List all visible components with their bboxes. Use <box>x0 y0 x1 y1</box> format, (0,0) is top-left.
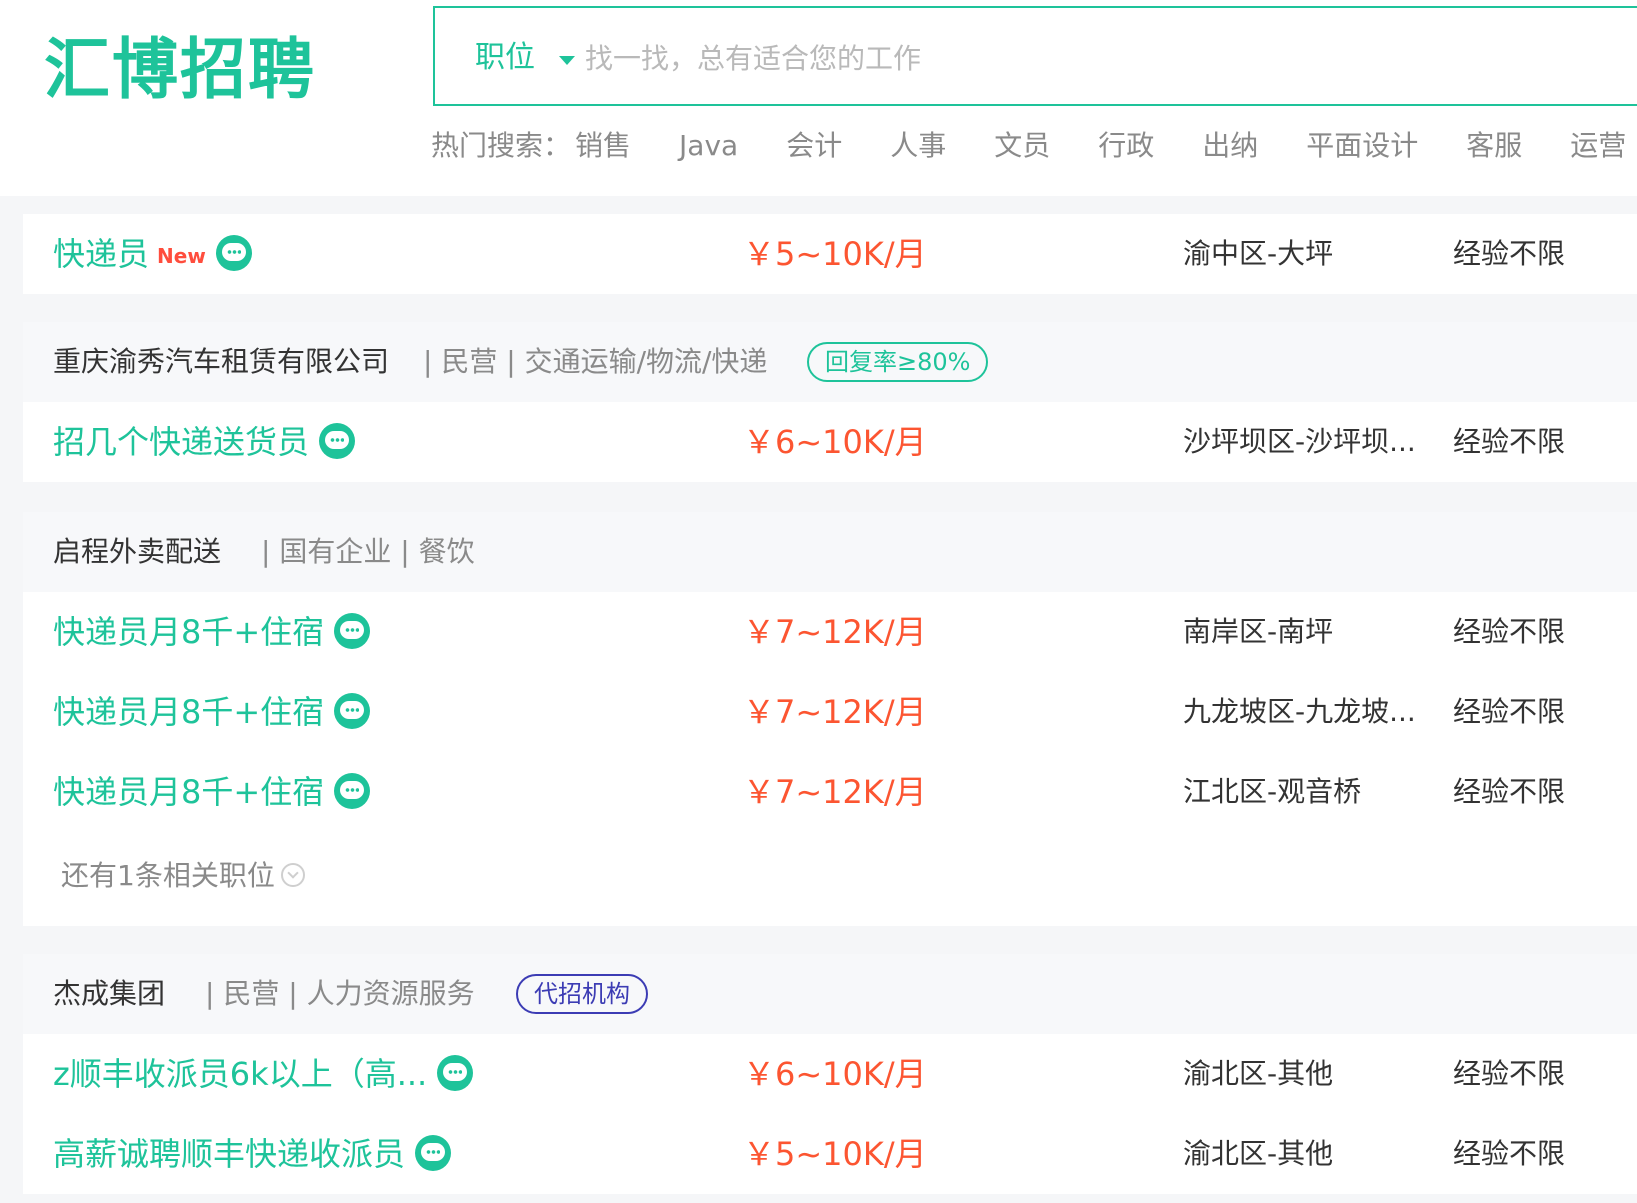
job-title[interactable]: 快递员月8千+住宿 <box>53 610 371 654</box>
arrow-down-circle-icon[interactable] <box>280 863 305 887</box>
company-name[interactable]: 启程外卖配送 <box>53 532 221 572</box>
job-row[interactable]: 招几个快递送货员 ￥6~10K/月 沙坪坝区-沙坪坝... 经验不限 <box>23 402 1637 482</box>
chat-icon[interactable] <box>334 613 371 649</box>
job-experience: 经验不限 <box>1453 1057 1566 1090</box>
hot-search-item[interactable]: 人事 <box>890 124 946 168</box>
company-meta: | 民营 | 人力资源服务 <box>205 977 475 1010</box>
job-salary: ￥7~12K/月 <box>743 773 927 811</box>
site-header: 汇博招聘 职位 热门搜索：销售 Java 会计 人事 文员 行政 出纳 平面设计 客服 运营 <box>0 0 1637 196</box>
company-name[interactable]: 杰成集团 <box>53 974 165 1014</box>
job-title[interactable]: 快递员 New <box>53 232 252 278</box>
job-salary: ￥6~10K/月 <box>743 423 927 461</box>
job-title[interactable]: z顺丰收派员6k以上（高... <box>53 1052 474 1096</box>
job-title-text[interactable]: 高薪诚聘顺丰快递收派员 <box>53 1135 405 1173</box>
new-badge: New <box>157 244 206 268</box>
chat-icon[interactable] <box>334 693 371 729</box>
job-row[interactable]: z顺丰收派员6k以上（高... ￥6~10K/月 渝北区-其他 经验不限 <box>23 1034 1637 1114</box>
job-location: 渝北区-其他 <box>1183 1057 1334 1090</box>
job-experience: 经验不限 <box>1453 615 1566 648</box>
job-experience: 经验不限 <box>1453 775 1566 808</box>
job-salary: ￥5~10K/月 <box>743 235 927 273</box>
job-salary: ￥7~12K/月 <box>743 693 927 731</box>
job-card: 启程外卖配送 | 国有企业 | 餐饮 快递员月8千+住宿 ￥7~12K/月 南岸… <box>23 512 1637 926</box>
hot-search-item[interactable]: 文员 <box>994 124 1050 168</box>
hot-search-item[interactable]: Java <box>679 124 738 168</box>
chat-icon[interactable] <box>334 773 371 809</box>
job-title-text[interactable]: 快递员月8千+住宿 <box>53 613 324 651</box>
hot-search-bar: 热门搜索： 销售 Java 会计 人事 文员 行政 出纳 平面设计 客服 运营 <box>431 124 1637 168</box>
chat-icon[interactable] <box>215 235 252 271</box>
job-row[interactable]: 快递员月8千+住宿 ￥7~12K/月 南岸区-南坪 经验不限 <box>23 592 1637 672</box>
search-input[interactable] <box>585 30 1485 86</box>
job-row[interactable]: 快递员 New ￥5~10K/月 渝中区-大坪 经验不限 <box>23 214 1637 294</box>
job-location: 南岸区-南坪 <box>1183 615 1334 648</box>
job-location: 沙坪坝区-沙坪坝... <box>1183 425 1416 458</box>
job-salary: ￥7~12K/月 <box>743 613 927 651</box>
reply-rate-badge: 回复率≥80% <box>807 342 989 382</box>
job-title[interactable]: 招几个快递送货员 <box>53 420 356 464</box>
agency-badge: 代招机构 <box>516 974 648 1014</box>
job-row[interactable]: 快递员月8千+住宿 ￥7~12K/月 九龙坡区-九龙坡... 经验不限 <box>23 672 1637 752</box>
job-card: 杰成集团 | 民营 | 人力资源服务 代招机构 z顺丰收派员6k以上（高... … <box>23 954 1637 1194</box>
job-location: 九龙坡区-九龙坡... <box>1183 695 1416 728</box>
job-experience: 经验不限 <box>1453 695 1566 728</box>
job-location: 江北区-观音桥 <box>1183 775 1362 808</box>
hot-search-item[interactable]: 平面设计 <box>1306 124 1418 168</box>
hot-search-item[interactable]: 运营 <box>1570 124 1626 168</box>
job-title[interactable]: 高薪诚聘顺丰快递收派员 <box>53 1132 452 1176</box>
chevron-down-icon[interactable] <box>559 56 575 65</box>
job-title[interactable]: 快递员月8千+住宿 <box>53 690 371 734</box>
company-name[interactable]: 重庆渝秀汽车租赁有限公司 <box>53 342 389 382</box>
job-card: 重庆渝秀汽车租赁有限公司 | 民营 | 交通运输/物流/快递 回复率≥80% 招… <box>23 322 1637 482</box>
job-experience: 经验不限 <box>1453 1137 1566 1170</box>
job-title-text[interactable]: z顺丰收派员6k以上（高... <box>53 1055 427 1093</box>
hot-search-item[interactable]: 客服 <box>1466 124 1522 168</box>
job-row[interactable]: 高薪诚聘顺丰快递收派员 ￥5~10K/月 渝北区-其他 经验不限 <box>23 1114 1637 1194</box>
job-salary: ￥6~10K/月 <box>743 1055 927 1093</box>
more-jobs-text[interactable]: 还有1条相关职位 <box>61 859 275 892</box>
job-title-text[interactable]: 快递员月8千+住宿 <box>53 773 324 811</box>
company-header: 杰成集团 | 民营 | 人力资源服务 代招机构 <box>23 954 1637 1034</box>
job-title-text[interactable]: 快递员月8千+住宿 <box>53 693 324 731</box>
search-type-select[interactable]: 职位 <box>475 38 535 78</box>
company-meta: | 国有企业 | 餐饮 <box>261 535 475 568</box>
company-meta: | 民营 | 交通运输/物流/快递 <box>423 345 768 378</box>
job-location: 渝北区-其他 <box>1183 1137 1334 1170</box>
hot-search-item[interactable]: 出纳 <box>1202 124 1258 168</box>
job-row[interactable]: 快递员月8千+住宿 ￥7~12K/月 江北区-观音桥 经验不限 <box>23 752 1637 832</box>
job-title-text[interactable]: 快递员 <box>53 235 149 273</box>
job-experience: 经验不限 <box>1453 425 1566 458</box>
company-header: 启程外卖配送 | 国有企业 | 餐饮 <box>23 512 1637 592</box>
more-jobs-link[interactable]: 还有1条相关职位 <box>61 856 305 896</box>
chat-icon[interactable] <box>437 1055 474 1091</box>
hot-search-item[interactable]: 行政 <box>1098 124 1154 168</box>
chat-icon[interactable] <box>319 423 356 459</box>
hot-search-item[interactable]: 会计 <box>786 124 842 168</box>
job-title-text[interactable]: 招几个快递送货员 <box>53 423 309 461</box>
chat-icon[interactable] <box>415 1135 452 1171</box>
job-card: 快递员 New ￥5~10K/月 渝中区-大坪 经验不限 <box>23 214 1637 294</box>
hot-search-item[interactable]: 销售 <box>575 124 631 168</box>
company-header: 重庆渝秀汽车租赁有限公司 | 民营 | 交通运输/物流/快递 回复率≥80% <box>23 322 1637 402</box>
job-salary: ￥5~10K/月 <box>743 1135 927 1173</box>
job-title[interactable]: 快递员月8千+住宿 <box>53 770 371 814</box>
site-logo[interactable]: 汇博招聘 <box>44 30 316 110</box>
job-experience: 经验不限 <box>1453 237 1566 270</box>
search-box: 职位 <box>433 6 1637 106</box>
hot-search-label: 热门搜索： <box>431 129 572 162</box>
job-location: 渝中区-大坪 <box>1183 237 1334 270</box>
